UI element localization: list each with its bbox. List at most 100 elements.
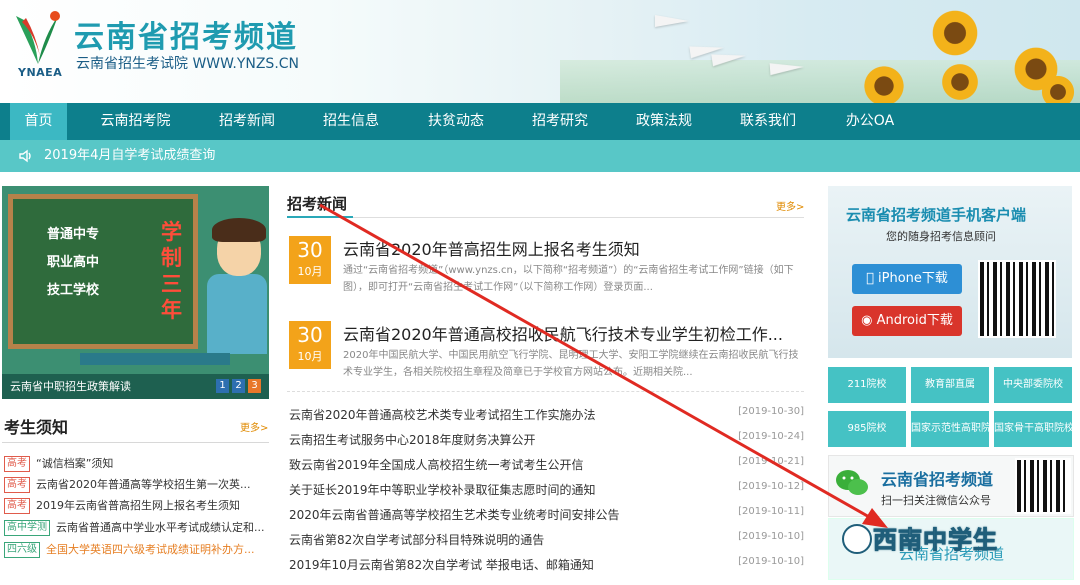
- list-item[interactable]: 高考 2019年云南省普高招生网上报名考生须知: [4, 497, 240, 515]
- list-item-text[interactable]: 云南省普通高中学业水平考试成绩认定和...: [56, 521, 265, 534]
- student-illustration: [207, 274, 267, 354]
- android-download-label: Android下载: [876, 313, 953, 328]
- news-list-item[interactable]: 致云南省2019年全国成人高校招生统一考试考生公开信 [2019-10-21]: [289, 456, 804, 476]
- banner-page-3[interactable]: 3: [248, 379, 261, 393]
- news-list-date: [2019-10-10]: [738, 556, 804, 567]
- section-title-accent: [287, 216, 353, 218]
- category-tag: 高考: [4, 498, 30, 514]
- date-badge: 30 10月: [289, 236, 331, 284]
- nav-item-contact[interactable]: 联系我们: [728, 103, 808, 140]
- list-item-text[interactable]: 云南省2020年普通高等学校招生第一次英...: [36, 478, 250, 491]
- wechat-subtitle: 扫一扫关注微信公众号: [881, 494, 991, 507]
- banner-page-1[interactable]: 1: [216, 379, 229, 393]
- category-tag: 高考: [4, 456, 30, 472]
- news-list-text[interactable]: 云南省第82次自学考试部分科目特殊说明的通告: [289, 533, 544, 547]
- student-hair: [212, 218, 266, 242]
- news-list-text[interactable]: 云南省2020年普通高校艺术类专业考试招生工作实施办法: [289, 408, 596, 422]
- wechat-title: 云南省招考频道: [881, 470, 994, 489]
- nav-item-poverty[interactable]: 扶贫动态: [414, 103, 498, 140]
- date-month: 10月: [297, 350, 323, 363]
- news-list-item[interactable]: 云南省第82次自学考试部分科目特殊说明的通告 [2019-10-10]: [289, 531, 804, 551]
- logo-icon[interactable]: [10, 6, 68, 68]
- nav-item-yunnan-zhaokaoyuan[interactable]: 云南招考院: [88, 103, 183, 140]
- android-icon: ◉: [861, 313, 877, 328]
- iphone-download-button[interactable]:  iPhone下载: [852, 264, 962, 294]
- main-nav: 首页 云南招考院 招考新闻 招生信息 扶贫动态 招考研究 政策法规 联系我们 办…: [0, 103, 1080, 140]
- list-item[interactable]: 高中学测 云南省普通高中学业水平考试成绩认定和...: [4, 519, 265, 537]
- news-list-date: [2019-10-30]: [738, 406, 804, 417]
- app-subtitle: 您的随身招考信息顾问: [886, 230, 996, 243]
- nav-item-office-oa[interactable]: 办公OA: [832, 103, 908, 140]
- app-title: 云南省招考频道手机客户端: [846, 206, 1027, 224]
- list-item[interactable]: 高考 云南省2020年普通高等学校招生第一次英...: [4, 476, 250, 494]
- sunflower-icon: [862, 64, 906, 103]
- news-list-item[interactable]: 2019年10月云南省第82次自学考试 举报电话、邮箱通知 [2019-10-1…: [289, 556, 804, 576]
- news-list-item[interactable]: 2020年云南省普通高等学校招生艺术类专业统考时间安排公告 [2019-10-1…: [289, 506, 804, 526]
- divider: [287, 217, 804, 218]
- nav-item-news[interactable]: 招考新闻: [206, 103, 288, 140]
- watermark-logo-icon: [842, 524, 872, 554]
- wechat-icon: [836, 470, 868, 495]
- chalkboard: 普通中专 职业高中 技工学校 学制三年: [8, 194, 198, 349]
- list-item-text[interactable]: 2019年云南省普高招生网上报名考生须知: [36, 499, 240, 512]
- news-list-item[interactable]: 关于延长2019年中等职业学校补录取征集志愿时间的通知 [2019-10-12]: [289, 481, 804, 501]
- link-211[interactable]: 211院校: [828, 367, 906, 403]
- nav-item-admission-info[interactable]: 招生信息: [311, 103, 391, 140]
- board-highlight: 学制三年: [161, 220, 182, 322]
- link-985[interactable]: 985院校: [828, 411, 906, 447]
- link-moe-direct[interactable]: 教育部直属: [911, 367, 989, 403]
- apple-icon: : [866, 271, 878, 286]
- nav-item-research[interactable]: 招考研究: [520, 103, 600, 140]
- nav-item-home[interactable]: 首页: [10, 103, 67, 140]
- category-tag: 四六级: [4, 542, 40, 558]
- news-list-text[interactable]: 致云南省2019年全国成人高校招生统一考试考生公开信: [289, 458, 584, 472]
- site-subtitle: 云南省招生考试院 WWW.YNZS.CN: [76, 56, 300, 72]
- link-national-model-vocational[interactable]: 国家示范性高职院: [911, 411, 989, 447]
- news-list-date: [2019-10-10]: [738, 531, 804, 542]
- link-central-ministry[interactable]: 中央部委院校: [994, 367, 1072, 403]
- news-list-item[interactable]: 云南省2020年普通高校艺术类专业考试招生工作实施办法 [2019-10-30]: [289, 406, 804, 426]
- news-list-date: [2019-10-12]: [738, 481, 804, 492]
- speaker-icon: [19, 149, 31, 163]
- list-item-text[interactable]: 全国大学英语四六级考试成绩证明补办方...: [46, 543, 255, 556]
- logo-caption: YNAEA: [18, 66, 63, 79]
- link-national-key-vocational[interactable]: 国家骨干高职院校: [994, 411, 1072, 447]
- sunflower-icon: [1040, 74, 1076, 103]
- date-badge: 30 10月: [289, 321, 331, 369]
- promo-banner[interactable]: 普通中专 职业高中 技工学校 学制三年 云南省中职招生政策解读 1 2 3: [2, 186, 269, 399]
- section-title-kaosheng: 考生须知: [4, 418, 69, 437]
- news-list-date: [2019-10-24]: [738, 431, 804, 442]
- list-item[interactable]: 四六级 全国大学英语四六级考试成绩证明补办方...: [4, 541, 255, 559]
- featured-news-title[interactable]: 云南省2020年普通高校招收民航飞行技术专业学生初检工作...: [343, 321, 783, 345]
- list-item[interactable]: 高考 “诚信档案”须知: [4, 455, 113, 473]
- news-list-text[interactable]: 关于延长2019年中等职业学校补录取征集志愿时间的通知: [289, 483, 596, 497]
- news-list-text[interactable]: 云南招生考试服务中心2018年度财务决算公开: [289, 433, 536, 447]
- news-list-text[interactable]: 2019年10月云南省第82次自学考试 举报电话、邮箱通知: [289, 558, 594, 572]
- qr-code-icon: [978, 260, 1056, 338]
- news-list-item[interactable]: 云南招生考试服务中心2018年度财务决算公开 [2019-10-24]: [289, 431, 804, 451]
- android-download-button[interactable]: ◉ Android下载: [852, 306, 962, 336]
- banner-page-2[interactable]: 2: [232, 379, 245, 393]
- list-item-text[interactable]: “诚信档案”须知: [36, 457, 113, 470]
- featured-news-summary: 2020年中国民航大学、中国民用航空飞行学院、昆明理工大学、安阳工学院继续在云南…: [343, 350, 799, 378]
- kaosheng-more-link[interactable]: 更多>: [240, 419, 268, 434]
- paper-plane-icon: [769, 60, 805, 76]
- news-more-link[interactable]: 更多>: [776, 198, 804, 213]
- category-tag: 高考: [4, 477, 30, 493]
- notice-text[interactable]: 2019年4月自学考试成绩查询: [44, 140, 215, 172]
- category-tag: 高中学测: [4, 520, 50, 536]
- news-list-text[interactable]: 2020年云南省普通高等学校招生艺术类专业统考时间安排公告: [289, 508, 620, 522]
- watermark-text: 西南中学生: [873, 526, 998, 555]
- notice-bar: 2019年4月自学考试成绩查询: [0, 140, 1080, 172]
- board-line: 普通中专: [47, 227, 100, 242]
- banner-caption[interactable]: 云南省中职招生政策解读: [10, 374, 131, 399]
- site-title[interactable]: 云南省招考频道: [74, 12, 298, 56]
- qr-code-icon: [1015, 458, 1071, 514]
- news-list-date: [2019-10-11]: [738, 506, 804, 517]
- date-month: 10月: [297, 265, 323, 278]
- featured-news-title[interactable]: 云南省2020年普高招生网上报名考生须知: [343, 236, 640, 260]
- iphone-download-label: iPhone下载: [872, 271, 948, 286]
- paper-plane-icon: [655, 15, 689, 27]
- wechat-follow-box[interactable]: 云南省招考频道 扫一扫关注微信公众号: [828, 455, 1074, 517]
- nav-item-policy[interactable]: 政策法规: [624, 103, 704, 140]
